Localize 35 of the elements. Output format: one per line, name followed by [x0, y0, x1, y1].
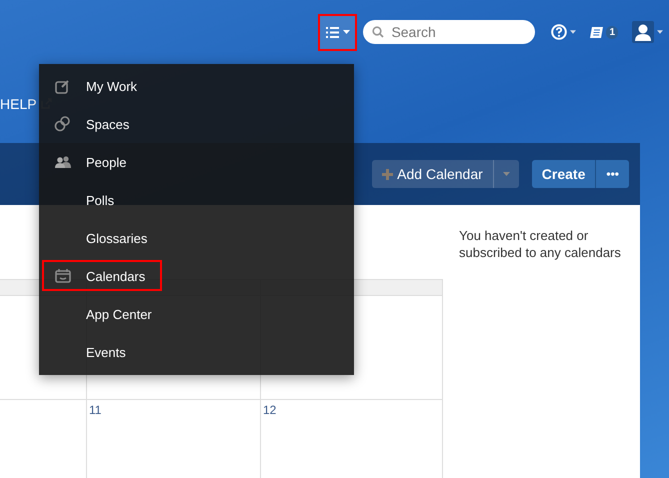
help-icon — [551, 24, 568, 40]
avatar-icon — [632, 21, 654, 43]
menu-button[interactable] — [318, 14, 358, 50]
empty-calendars-message: You haven't created or subscribed to any calendars — [459, 228, 621, 260]
more-button[interactable]: ••• — [595, 160, 629, 188]
menu-item[interactable]: Glossaries — [39, 219, 354, 257]
menu-item[interactable]: App Center — [39, 295, 354, 333]
menu-item[interactable]: Spaces — [39, 105, 354, 143]
inbox-icon — [590, 26, 604, 38]
plus-icon — [382, 168, 394, 180]
search-field[interactable]: Search — [363, 20, 536, 44]
caret-icon — [342, 30, 350, 34]
rings-icon — [54, 116, 71, 132]
caret-icon — [502, 172, 510, 176]
list-icon — [326, 26, 339, 38]
help-link[interactable]: HELP — [0, 96, 37, 112]
search-icon — [372, 26, 384, 38]
caret-icon — [657, 30, 663, 34]
menu-item[interactable]: People — [39, 143, 354, 181]
menu-item[interactable]: Calendars — [39, 257, 354, 295]
caret-icon — [570, 30, 576, 34]
help-button[interactable] — [551, 24, 576, 40]
day-cell: 12 — [261, 400, 443, 478]
profile-button[interactable] — [632, 21, 663, 43]
edit-icon — [55, 78, 70, 94]
menu-item[interactable]: Polls — [39, 181, 354, 219]
notification-count: 1 — [606, 26, 618, 38]
people-icon — [54, 156, 70, 168]
menu-item[interactable]: My Work — [39, 67, 354, 105]
menu-item[interactable]: Events — [39, 333, 354, 371]
day-cell: 11 — [87, 400, 261, 478]
notifications-button[interactable]: 1 — [590, 26, 618, 38]
calendar-icon — [54, 269, 70, 283]
create-button[interactable]: Create — [532, 160, 596, 188]
add-calendar-button[interactable]: Add Calendar — [372, 160, 493, 188]
